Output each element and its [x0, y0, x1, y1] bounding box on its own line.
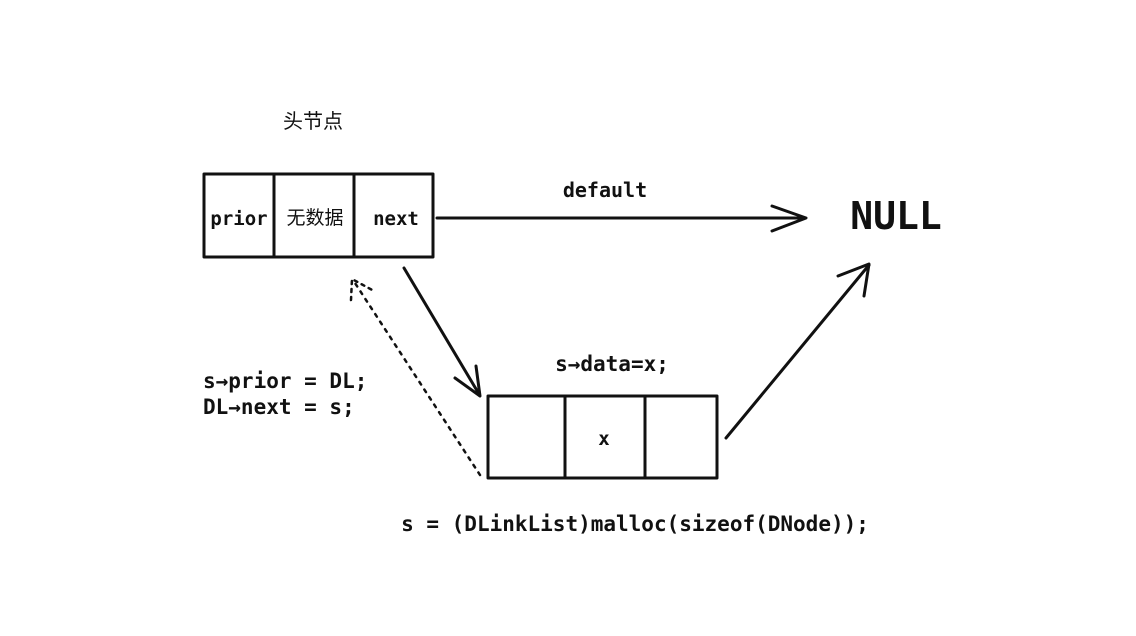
- head-node-title: 头节点: [283, 109, 343, 133]
- head-node-prior-cell: prior: [210, 208, 267, 230]
- head-node-data-cell: 无数据: [286, 207, 343, 229]
- new-node-data-cell: x: [598, 428, 609, 450]
- default-arrow: [435, 204, 808, 233]
- prior-link-arrow: [349, 277, 482, 477]
- prior-assign-code: s→prior = DL;: [203, 369, 367, 393]
- next-assign-code: DL→next = s;: [203, 395, 355, 419]
- null-label: NULL: [850, 194, 942, 238]
- head-node: prior 无数据 next: [202, 172, 435, 259]
- linked-list-diagram: 头节点 prior 无数据 next default NULL s→prior …: [202, 109, 942, 536]
- malloc-code: s = (DLinkList)malloc(sizeof(DNode));: [401, 512, 869, 536]
- new-node-null-arrow: [724, 262, 871, 440]
- default-label: default: [563, 178, 647, 202]
- head-node-next-cell: next: [373, 208, 419, 230]
- new-node-data-label: s→data=x;: [555, 352, 669, 376]
- new-node: x: [486, 394, 719, 480]
